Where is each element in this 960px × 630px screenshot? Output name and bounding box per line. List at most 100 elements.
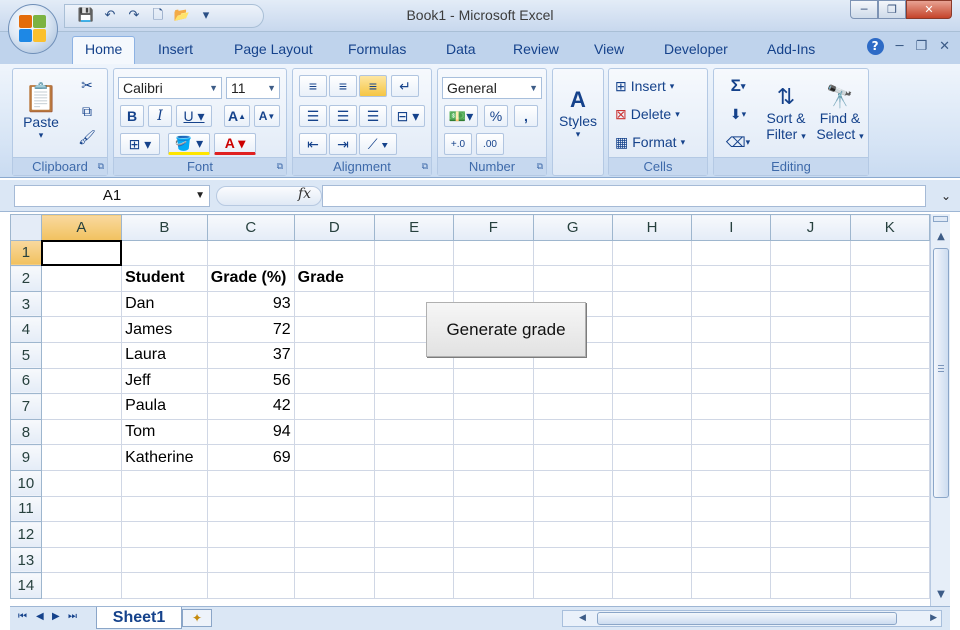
cell-b14[interactable] [121, 572, 208, 599]
number-format-combo[interactable]: General ▼ [442, 77, 542, 99]
row-header-13[interactable]: 13 [10, 546, 42, 574]
cell-h9[interactable] [611, 444, 693, 471]
cell-j6[interactable] [770, 367, 851, 395]
cell-a12[interactable] [40, 521, 123, 548]
cell-h11[interactable] [611, 495, 693, 523]
scroll-down-icon[interactable]: ▼ [932, 586, 950, 604]
cell-e14[interactable] [373, 572, 455, 599]
cell-k5[interactable] [849, 341, 930, 369]
cell-c10[interactable] [206, 469, 295, 497]
cell-g7[interactable] [532, 393, 613, 420]
cell-e1[interactable] [373, 239, 455, 267]
row-header-9[interactable]: 9 [10, 444, 42, 471]
align-right-icon[interactable]: ☰ [359, 105, 387, 127]
cell-b3[interactable]: Dan [121, 290, 208, 318]
cell-k14[interactable] [849, 572, 930, 599]
cell-b12[interactable] [121, 521, 208, 548]
cell-d10[interactable] [293, 469, 375, 497]
cell-g12[interactable] [532, 521, 613, 548]
cell-c5[interactable]: 37 [206, 341, 295, 369]
cell-c12[interactable] [206, 521, 295, 548]
row-header-6[interactable]: 6 [10, 367, 42, 395]
chevron-down-icon[interactable]: ▼ [195, 186, 205, 206]
cell-b1[interactable] [121, 239, 208, 267]
cell-h4[interactable] [611, 316, 693, 343]
cell-h1[interactable] [611, 239, 693, 267]
column-header-j[interactable]: J [770, 214, 851, 241]
cell-e9[interactable] [373, 444, 455, 471]
cell-j9[interactable] [770, 444, 851, 471]
cell-d6[interactable] [293, 367, 375, 395]
styles-button[interactable]: A Styles ▾ [557, 73, 599, 153]
cell-i9[interactable] [691, 444, 772, 471]
ribbon-restore-icon[interactable]: ❐ [915, 39, 927, 54]
close-button[interactable]: ✕ [906, 0, 952, 19]
cell-b13[interactable] [121, 546, 208, 574]
merge-center-icon[interactable]: ⊟ ▾ [391, 105, 425, 127]
paste-button[interactable]: 📋 Paste ▾ [19, 73, 63, 149]
cell-a6[interactable] [40, 367, 123, 395]
cell-i11[interactable] [691, 495, 772, 523]
cut-icon[interactable]: ✂ [75, 75, 99, 95]
align-middle-icon[interactable]: ≡ [329, 75, 357, 97]
cell-a7[interactable] [40, 393, 123, 420]
cell-j11[interactable] [770, 495, 851, 523]
decrease-decimal-icon[interactable]: .00 [476, 133, 504, 155]
cell-b4[interactable]: James [121, 316, 208, 343]
scroll-right-icon[interactable]: ▶ [930, 611, 937, 626]
cell-k12[interactable] [849, 521, 930, 548]
cell-i7[interactable] [691, 393, 772, 420]
currency-icon[interactable]: 💵▾ [444, 105, 478, 127]
font-size-combo[interactable]: 11 ▼ [226, 77, 280, 99]
cell-b2[interactable]: Student [121, 265, 208, 292]
find-select-button[interactable]: 🔭 Find & Select ▾ [814, 73, 866, 155]
cell-j13[interactable] [770, 546, 851, 574]
cell-h3[interactable] [611, 290, 693, 318]
cell-c3[interactable]: 93 [206, 290, 295, 318]
cell-e10[interactable] [373, 469, 455, 497]
row-header-4[interactable]: 4 [10, 316, 42, 343]
cell-i12[interactable] [691, 521, 772, 548]
cell-a1[interactable] [40, 239, 123, 267]
column-header-b[interactable]: B [121, 214, 208, 241]
cell-d8[interactable] [293, 418, 375, 446]
row-header-3[interactable]: 3 [10, 290, 42, 318]
column-header-a[interactable]: A [40, 214, 123, 241]
cell-d4[interactable] [293, 316, 375, 343]
cell-f1[interactable] [453, 239, 534, 267]
cell-k3[interactable] [849, 290, 930, 318]
cell-b11[interactable] [121, 495, 208, 523]
tab-data[interactable]: Data [446, 41, 476, 57]
insert-function-icon[interactable]: fx [298, 186, 311, 202]
cell-g13[interactable] [532, 546, 613, 574]
cell-a11[interactable] [40, 495, 123, 523]
tab-developer[interactable]: Developer [664, 41, 728, 57]
cell-d12[interactable] [293, 521, 375, 548]
cell-i8[interactable] [691, 418, 772, 446]
insert-sheet-icon[interactable]: ✦ [182, 609, 212, 627]
cell-h2[interactable] [611, 265, 693, 292]
column-header-g[interactable]: G [532, 214, 613, 241]
align-center-icon[interactable]: ☰ [329, 105, 357, 127]
cell-a13[interactable] [40, 546, 123, 574]
cell-d1[interactable] [293, 239, 375, 267]
cell-e11[interactable] [373, 495, 455, 523]
cell-j2[interactable] [770, 265, 851, 292]
cell-k11[interactable] [849, 495, 930, 523]
column-header-i[interactable]: I [691, 214, 772, 241]
ribbon-minimize-icon[interactable]: ─ [896, 39, 904, 54]
cell-f2[interactable] [453, 265, 534, 292]
grow-font-button[interactable]: A ▲ [224, 105, 250, 127]
cell-f7[interactable] [453, 393, 534, 420]
align-top-icon[interactable]: ≡ [299, 75, 327, 97]
bold-button[interactable]: B [120, 105, 144, 127]
name-box[interactable]: A1 ▼ [14, 185, 210, 207]
cell-e2[interactable] [373, 265, 455, 292]
cell-e13[interactable] [373, 546, 455, 574]
row-header-11[interactable]: 11 [10, 495, 42, 523]
cell-d3[interactable] [293, 290, 375, 318]
last-sheet-icon[interactable]: ⏭ [68, 611, 77, 622]
cell-c8[interactable]: 94 [206, 418, 295, 446]
borders-button[interactable]: ⊞ ▾ [120, 133, 160, 155]
tab-view[interactable]: View [594, 41, 624, 57]
